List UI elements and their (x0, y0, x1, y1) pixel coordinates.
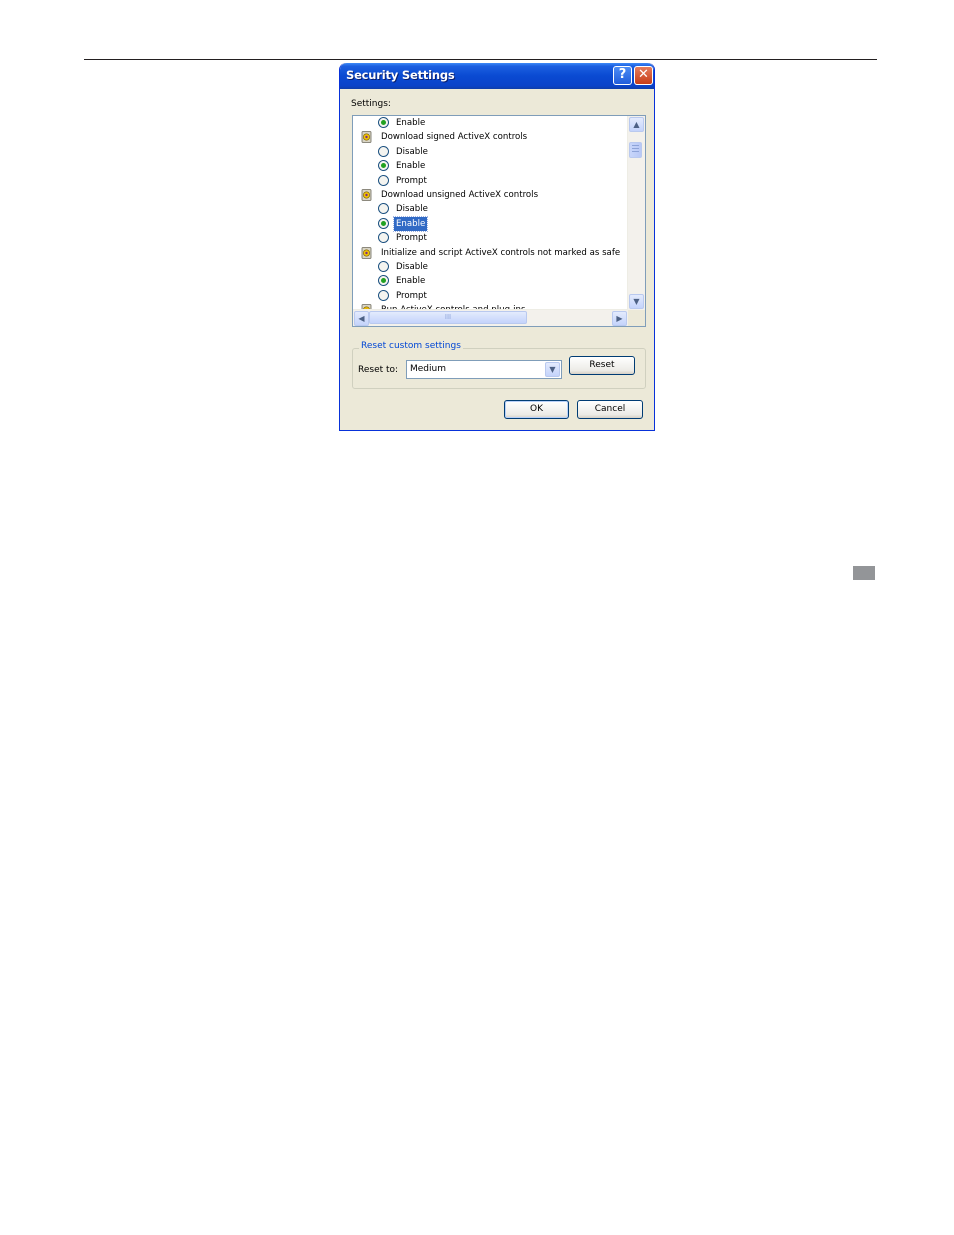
chevron-down-icon: ▼ (549, 365, 556, 374)
radio-checked[interactable] (378, 275, 389, 287)
security-settings-dialog: Security Settings ? ✕ Settings: Enable Do… (339, 63, 655, 431)
dialog-title: Security Settings (346, 68, 455, 82)
setting-option[interactable]: Disable (378, 260, 430, 274)
setting-option[interactable]: Prompt (378, 231, 429, 245)
settings-list-content: Enable Download signed ActiveX controls Di… (353, 116, 628, 310)
scroll-right-button[interactable]: ▶ (612, 311, 627, 326)
radio-unchecked[interactable] (378, 232, 389, 244)
radio-unchecked[interactable] (378, 289, 389, 301)
arrow-right-icon: ▶ (616, 314, 623, 323)
setting-label: Enable (396, 118, 426, 128)
scroll-down-button[interactable]: ▼ (629, 294, 644, 309)
setting-label: Disable (396, 146, 428, 157)
reset-to-value: Medium (410, 364, 446, 374)
setting-option[interactable]: Enable (378, 159, 427, 173)
setting-label: Enable (396, 161, 426, 172)
setting-label: Disable (396, 204, 428, 215)
radio-unchecked[interactable] (378, 203, 389, 215)
scroll-left-button[interactable]: ◀ (354, 311, 369, 326)
setting-option[interactable]: Enable (378, 116, 427, 130)
setting-option[interactable]: Disable (378, 145, 430, 159)
radio-unchecked[interactable] (378, 174, 389, 186)
setting-option[interactable]: Enable (378, 215, 429, 232)
radio-unchecked[interactable] (378, 261, 389, 272)
reset-to-label: Reset to: (358, 365, 399, 375)
setting-label: Disable (396, 262, 428, 272)
reset-group-legend: Reset custom settings (359, 341, 463, 351)
vertical-scrollbar[interactable]: ▲ ▼ (627, 116, 645, 310)
setting-label: Enable (396, 276, 426, 287)
page-side-tab (853, 566, 875, 580)
setting-label: Initialize and script ActiveX controls n… (381, 247, 621, 258)
setting-label: Download unsigned ActiveX controls (381, 190, 539, 200)
reset-button[interactable]: Reset (569, 356, 635, 375)
setting-option[interactable]: Prompt (378, 174, 429, 188)
setting-option[interactable]: Enable (378, 274, 427, 288)
setting-label: Enable (392, 215, 429, 232)
setting-label: Prompt (396, 175, 427, 186)
settings-list[interactable]: Enable Download signed ActiveX controls Di… (352, 115, 646, 327)
scrollbar-corner (628, 310, 645, 326)
help-icon: ? (618, 67, 627, 82)
cancel-button[interactable]: Cancel (577, 400, 643, 419)
scroll-up-button[interactable]: ▲ (629, 117, 644, 132)
shield-gear-icon (361, 246, 372, 259)
close-icon: ✕ (638, 67, 649, 82)
setting-option[interactable]: Disable (378, 202, 430, 216)
dropdown-button[interactable]: ▼ (545, 362, 560, 377)
horizontal-scrollbar[interactable]: ◀ III ▶ (353, 309, 628, 326)
setting-option[interactable]: Prompt (378, 289, 429, 303)
setting-group[interactable]: Download unsigned ActiveX controls (361, 188, 540, 202)
setting-label: Prompt (396, 290, 427, 301)
reset-to-dropdown[interactable]: Medium ▼ (406, 360, 562, 379)
setting-group[interactable]: Download signed ActiveX controls (361, 130, 529, 144)
settings-label: Settings: (351, 99, 391, 109)
ok-button[interactable]: OK (504, 400, 569, 419)
title-bar[interactable]: Security Settings ? ✕ (340, 63, 654, 89)
horizontal-scroll-thumb[interactable]: III (369, 311, 527, 324)
radio-unchecked[interactable] (378, 145, 389, 157)
radio-checked[interactable] (378, 160, 389, 172)
arrow-up-icon: ▲ (633, 120, 640, 129)
radio-checked[interactable] (378, 117, 389, 128)
shield-gear-icon (361, 131, 372, 144)
thumb-grip: III (444, 313, 452, 321)
close-button[interactable]: ✕ (634, 66, 653, 85)
radio-checked[interactable] (378, 217, 389, 229)
vertical-scroll-thumb[interactable] (629, 142, 642, 158)
arrow-down-icon: ▼ (633, 297, 640, 306)
setting-label: Prompt (396, 233, 427, 244)
arrow-left-icon: ◀ (358, 314, 365, 323)
shield-gear-icon (361, 189, 372, 201)
help-button[interactable]: ? (613, 66, 632, 85)
setting-label: Download signed ActiveX controls (381, 132, 528, 143)
page-header-rule (84, 59, 877, 60)
setting-group[interactable]: Initialize and script ActiveX controls n… (361, 246, 622, 260)
